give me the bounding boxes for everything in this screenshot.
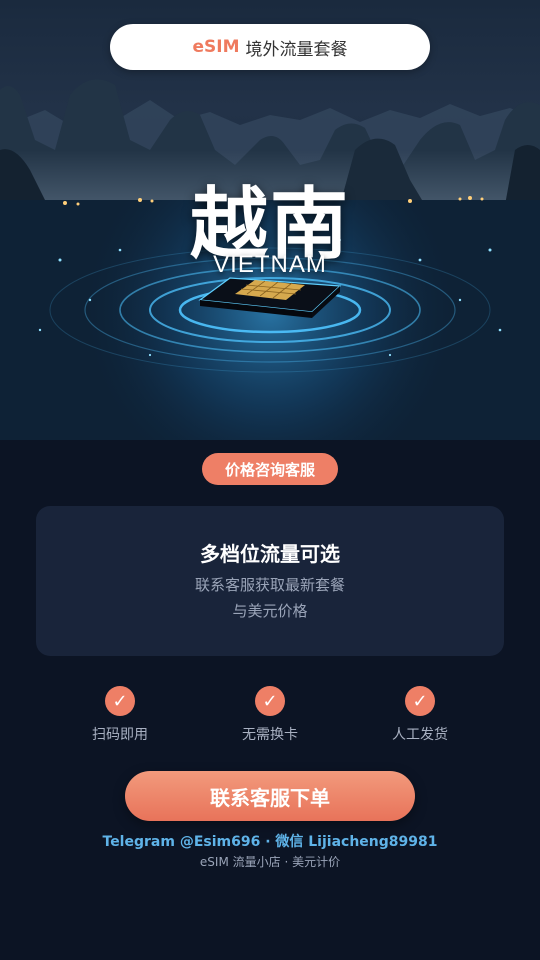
hero-banner: eSIM 境外流量套餐 越南 VIETNAM [0, 0, 540, 440]
feature-label: 人工发货 [392, 727, 448, 743]
header-subtitle: 境外流量套餐 [245, 39, 348, 60]
footer-text: eSIM 流量小店 · 美元计价 [199, 855, 341, 869]
card-heading: 多档位流量可选 [200, 542, 340, 566]
brand-label: eSIM [192, 37, 240, 57]
check-icon: ✓ [405, 686, 435, 716]
contact-order-button[interactable]: 联系客服下单 [125, 771, 415, 821]
feature-item-no-swap: ✓ 无需换卡 [210, 686, 330, 744]
feature-label: 无需换卡 [242, 727, 298, 743]
card-line-2: 与美元价格 [232, 602, 308, 620]
contact-info[interactable]: Telegram @Esim696 · 微信 Lijiacheng89981 [0, 831, 540, 851]
check-icon: ✓ [105, 686, 135, 716]
feature-item-scan: ✓ 扫码即用 [60, 686, 180, 744]
check-icon: ✓ [255, 686, 285, 716]
feature-item-manual-delivery: ✓ 人工发货 [360, 686, 480, 744]
price-consult-badge[interactable]: 价格咨询客服 [202, 453, 338, 485]
feature-label: 扫码即用 [92, 727, 148, 743]
country-subtitle: VIETNAM [213, 251, 327, 278]
card-line-1: 联系客服获取最新套餐 [194, 576, 345, 594]
header-pill: eSIM 境外流量套餐 [110, 24, 430, 70]
info-card: 多档位流量可选 联系客服获取最新套餐 与美元价格 [36, 506, 504, 656]
